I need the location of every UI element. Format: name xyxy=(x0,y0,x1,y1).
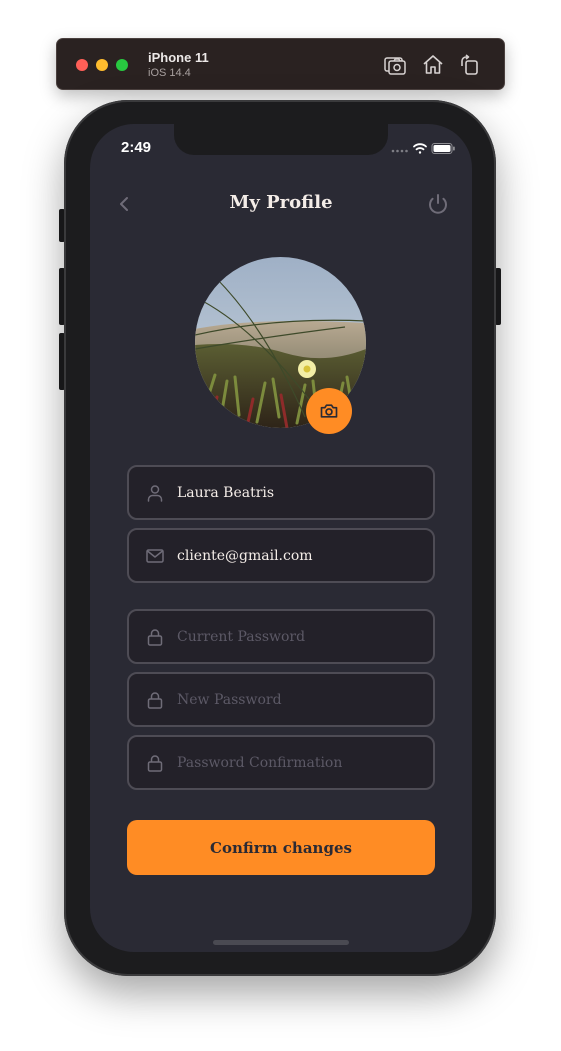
current-password-input[interactable] xyxy=(177,611,427,662)
screenshot-icon[interactable] xyxy=(383,53,407,77)
notch xyxy=(174,124,388,155)
password-confirmation-field xyxy=(127,735,435,790)
lock-icon xyxy=(145,690,165,710)
rotate-icon[interactable] xyxy=(457,53,481,77)
camera-icon xyxy=(320,404,338,418)
power-icon[interactable] xyxy=(426,192,450,216)
home-icon[interactable] xyxy=(421,53,445,77)
new-password-field xyxy=(127,672,435,727)
simulator-toolbar: iPhone 11 iOS 14.4 xyxy=(56,38,505,90)
email-input[interactable] xyxy=(177,530,427,581)
app-screen: 2:49 My Profile Laura Beatris cliente@gm… xyxy=(90,124,472,952)
name-input[interactable] xyxy=(177,467,427,518)
new-password-input[interactable] xyxy=(177,674,427,725)
lock-icon xyxy=(145,627,165,647)
cellular-icon xyxy=(391,149,408,153)
battery-icon xyxy=(431,143,455,154)
mail-icon xyxy=(145,546,165,566)
confirm-changes-button[interactable]: Confirm changes xyxy=(127,820,435,875)
simulator-stage: iPhone 11 iOS 14.4 2:49 My Profile Laura… xyxy=(0,0,561,1051)
close-window-button[interactable] xyxy=(76,59,88,71)
lock-icon xyxy=(145,753,165,773)
device-name: iPhone 11 xyxy=(148,50,209,65)
password-confirmation-input[interactable] xyxy=(177,737,427,788)
change-photo-button[interactable] xyxy=(306,388,352,434)
os-version: iOS 14.4 xyxy=(148,67,191,79)
email-field xyxy=(127,528,435,583)
name-field xyxy=(127,465,435,520)
page-title: My Profile xyxy=(229,192,333,213)
wifi-icon xyxy=(413,143,427,154)
minimize-window-button[interactable] xyxy=(96,59,108,71)
user-icon xyxy=(145,483,165,503)
status-time: 2:49 xyxy=(121,139,152,156)
zoom-window-button[interactable] xyxy=(116,59,128,71)
current-password-field xyxy=(127,609,435,664)
status-icons xyxy=(391,143,455,154)
home-indicator xyxy=(213,940,349,945)
